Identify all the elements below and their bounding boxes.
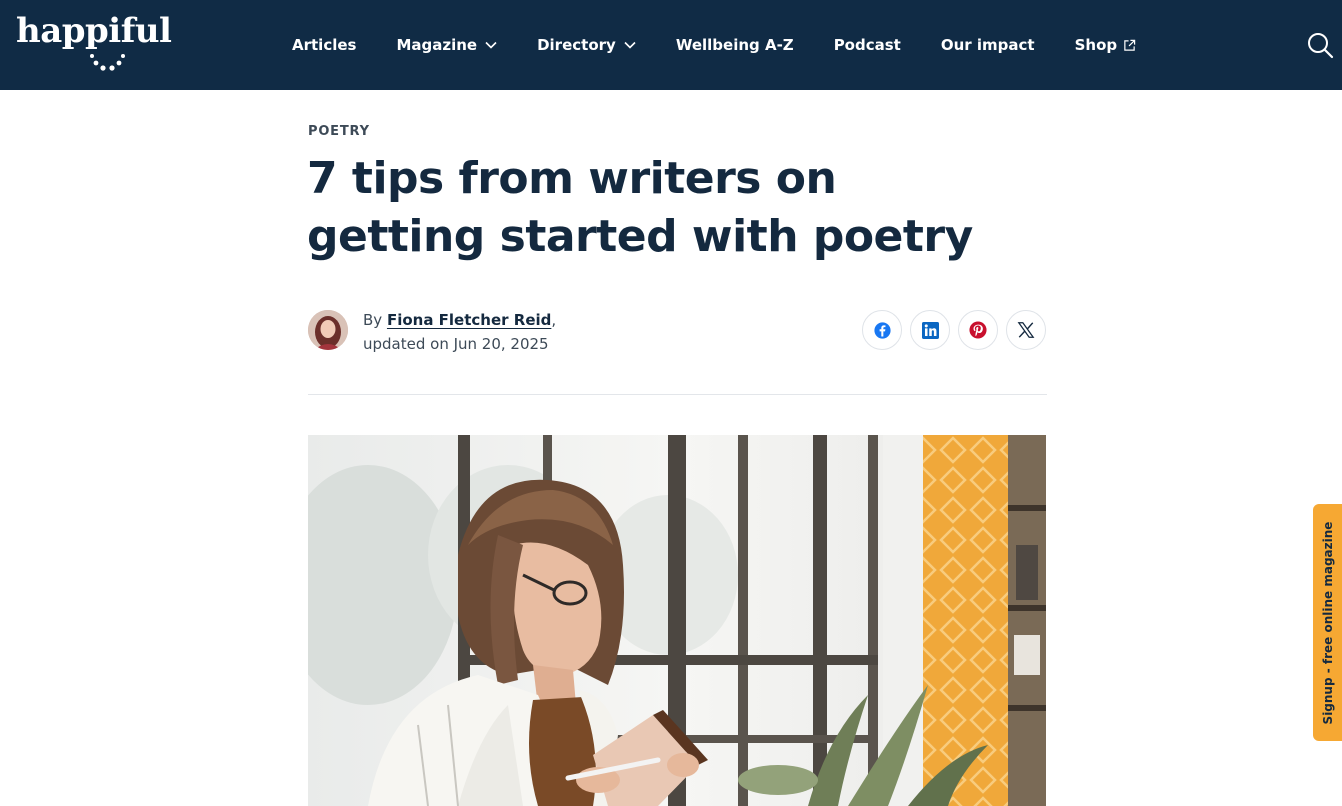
byline-divider	[308, 394, 1047, 395]
nav-shop[interactable]: Shop	[1075, 36, 1137, 54]
byline-comma: ,	[551, 311, 557, 329]
logo-text: happiful	[16, 11, 172, 51]
nav-wellbeing-a-z[interactable]: Wellbeing A-Z	[676, 36, 794, 54]
facebook-icon	[873, 321, 891, 339]
nav-articles[interactable]: Articles	[292, 36, 356, 54]
nav-label: Podcast	[833, 36, 901, 54]
nav-label: Wellbeing A-Z	[675, 36, 794, 54]
logo-dots-icon	[90, 54, 125, 71]
hero-image	[308, 435, 1046, 806]
nav-directory[interactable]: Directory	[537, 36, 636, 54]
top-navigation: happiful Articles Magazine Directory Wel…	[0, 0, 1342, 90]
share-x-button[interactable]	[1006, 310, 1046, 350]
byline: By Fiona Fletcher Reid, updated on Jun 2…	[363, 308, 556, 356]
linkedin-icon	[921, 321, 939, 339]
share-pinterest-button[interactable]	[958, 310, 998, 350]
signup-tab[interactable]: Signup - free online magazine	[1313, 504, 1342, 741]
share-facebook-button[interactable]	[862, 310, 902, 350]
avatar-image	[308, 310, 348, 350]
external-link-icon	[1124, 39, 1136, 51]
updated-date: updated on Jun 20, 2025	[363, 335, 549, 353]
nav-label: Our impact	[940, 36, 1035, 54]
pinterest-icon	[969, 321, 987, 339]
article-title: 7 tips from writers on getting started w…	[307, 153, 973, 262]
byline-prefix: By	[363, 311, 383, 329]
nav-magazine[interactable]: Magazine	[396, 36, 497, 54]
hero-photo	[308, 435, 1046, 806]
search-icon[interactable]	[1306, 31, 1334, 59]
nav-label: Magazine	[396, 36, 478, 54]
share-linkedin-button[interactable]	[910, 310, 950, 350]
nav-label: Shop	[1074, 36, 1118, 54]
nav-label: Articles	[292, 36, 357, 54]
nav-podcast[interactable]: Podcast	[834, 36, 901, 54]
nav-label: Directory	[537, 36, 616, 54]
author-link[interactable]: Fiona Fletcher Reid	[387, 311, 551, 329]
x-icon	[1017, 322, 1035, 338]
chevron-down-icon	[624, 41, 636, 49]
author-avatar[interactable]	[308, 310, 348, 350]
chevron-down-icon	[485, 41, 497, 49]
nav-our-impact[interactable]: Our impact	[941, 36, 1035, 54]
main-nav: Articles Magazine Directory Wellbeing A-…	[292, 0, 1176, 90]
signup-tab-label: Signup - free online magazine	[1320, 521, 1335, 724]
article-category[interactable]: POETRY	[308, 124, 370, 139]
happiful-logo[interactable]: happiful	[16, 11, 172, 51]
